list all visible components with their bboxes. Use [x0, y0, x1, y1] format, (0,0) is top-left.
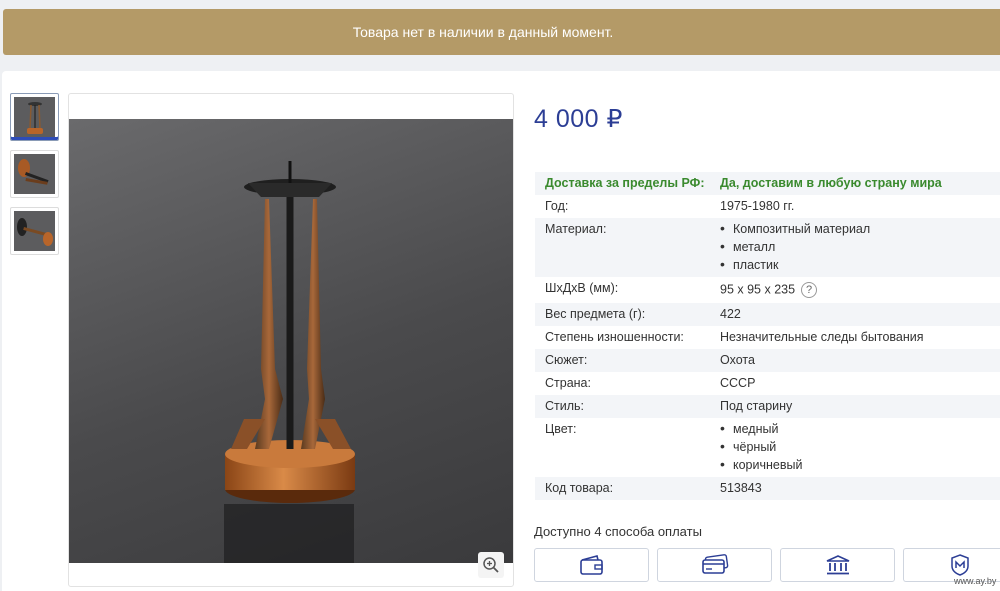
spec-value: 1975-1980 гг. [720, 199, 795, 213]
spec-row-year: Год: 1975-1980 гг. [535, 195, 1000, 218]
help-icon[interactable]: ? [801, 282, 818, 298]
wallet-icon [579, 555, 603, 575]
bank-icon [826, 555, 849, 575]
spec-key: Стиль: [545, 399, 585, 413]
list-item: Композитный материал [720, 222, 990, 236]
thumbnail-image [14, 211, 55, 251]
banner-text: Товара нет в наличии в данный момент. [352, 24, 614, 40]
product-photo [69, 119, 513, 563]
payment-method-bank[interactable] [780, 548, 895, 582]
thumbnail-list [10, 93, 60, 264]
spec-row-material: Материал: Композитный материал металл пл… [535, 218, 1000, 277]
spec-row-sku: Код товара: 513843 [535, 477, 1000, 500]
spec-value: Да, доставим в любую страну мира [720, 176, 942, 190]
spec-key: Материал: [545, 222, 607, 236]
spec-row-delivery: Доставка за пределы РФ: Да, доставим в л… [535, 172, 1000, 195]
spec-row-wear: Степень изношенности: Незначительные сле… [535, 326, 1000, 349]
thumbnail-2[interactable] [10, 150, 59, 198]
spec-key: Страна: [545, 376, 591, 390]
thumbnail-image [14, 154, 55, 194]
main-photo-frame[interactable] [68, 93, 514, 587]
spec-value: 513843 [720, 481, 762, 495]
out-of-stock-banner: Товара нет в наличии в данный момент. [3, 9, 1000, 55]
spec-key: Цвет: [545, 422, 577, 436]
spec-key: Год: [545, 199, 569, 213]
spec-value: 95 x 95 x 235? [720, 282, 990, 298]
list-item: чёрный [720, 440, 990, 454]
shield-badge-icon [951, 554, 969, 576]
spec-row-dimensions: ШхДхВ (мм): 95 x 95 x 235? [535, 277, 1000, 303]
spec-row-color: Цвет: медный чёрный коричневый [535, 418, 1000, 477]
spec-value: медный чёрный коричневый [720, 422, 990, 472]
spec-value: Композитный материал металл пластик [720, 222, 990, 272]
spec-key: Код товара: [545, 481, 614, 495]
thumbnail-3[interactable] [10, 207, 59, 255]
spec-row-country: Страна: СССР [535, 372, 1000, 395]
payment-method-wallet[interactable] [534, 548, 649, 582]
card-icon [701, 554, 728, 574]
spec-value: Под старину [720, 399, 793, 413]
spec-value: Охота [720, 353, 755, 367]
spec-row-style: Стиль: Под старину [535, 395, 1000, 418]
zoom-in-icon [483, 557, 499, 573]
payment-methods-title: Доступно 4 способа оплаты [534, 524, 702, 539]
spec-key: Степень изношенности: [545, 330, 684, 344]
spec-key: Сюжет: [545, 353, 588, 367]
spec-key: Доставка за пределы РФ: [545, 176, 705, 190]
watermark: www.ay.by [954, 576, 997, 586]
payment-method-card[interactable] [657, 548, 772, 582]
spec-key: ШхДхВ (мм): [545, 281, 619, 295]
spec-row-subject: Сюжет: Охота [535, 349, 1000, 372]
price: 4 000 ₽ [534, 105, 623, 133]
thumbnail-1[interactable] [10, 93, 59, 141]
spec-key: Вес предмета (г): [545, 307, 646, 321]
zoom-button[interactable] [478, 552, 504, 578]
list-item: медный [720, 422, 990, 436]
list-item: коричневый [720, 458, 990, 472]
dimensions-value: 95 x 95 x 235 [720, 282, 796, 297]
spec-value: 422 [720, 307, 741, 321]
spec-value: Незначительные следы бытования [720, 330, 924, 344]
thumbnail-image [14, 97, 55, 137]
spec-row-weight: Вес предмета (г): 422 [535, 303, 1000, 326]
spec-value: СССР [720, 376, 756, 390]
list-item: металл [720, 240, 990, 254]
specs-table: Доставка за пределы РФ: Да, доставим в л… [535, 172, 1000, 500]
list-item: пластик [720, 258, 990, 272]
